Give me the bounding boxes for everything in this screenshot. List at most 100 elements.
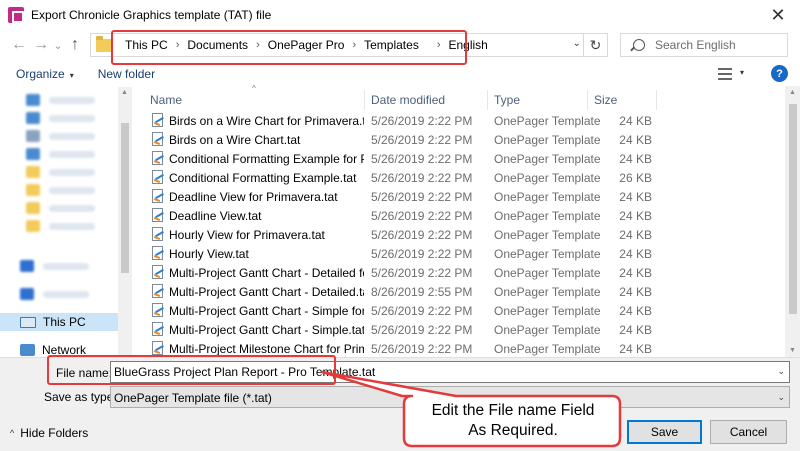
file-row[interactable]: Conditional Formatting Example for Pri..… bbox=[140, 149, 784, 168]
hide-folders-button[interactable]: ^ Hide Folders bbox=[10, 426, 88, 440]
new-folder-button[interactable]: New folder bbox=[98, 67, 155, 81]
sidebar-item-blurred[interactable] bbox=[0, 145, 118, 163]
column-header-name[interactable]: Name bbox=[150, 93, 182, 107]
blurred-label bbox=[49, 222, 95, 230]
cloud-icon bbox=[20, 288, 34, 300]
folder-icon bbox=[96, 35, 112, 52]
sidebar-item-blurred[interactable] bbox=[0, 127, 118, 145]
sidebar-item-blurred[interactable] bbox=[0, 199, 118, 217]
sidebar-item-blurred[interactable] bbox=[0, 91, 118, 109]
sidebar-item-blurred[interactable] bbox=[0, 217, 118, 235]
tat-template-file-icon bbox=[152, 208, 166, 223]
file-row[interactable]: Hourly View for Primavera.tat 5/26/2019 2… bbox=[140, 225, 784, 244]
tat-template-file-icon bbox=[152, 132, 166, 147]
forward-arrow-icon[interactable]: → bbox=[30, 34, 52, 56]
sidebar-item-blurred[interactable] bbox=[0, 285, 118, 303]
scrollbar-thumb[interactable] bbox=[121, 123, 129, 273]
tat-template-file-icon bbox=[152, 227, 166, 242]
close-button[interactable]: ✕ bbox=[756, 0, 800, 30]
file-name: Multi-Project Gantt Chart - Simple for P… bbox=[169, 303, 364, 318]
recent-locations-chevron-icon[interactable]: ⌄ bbox=[52, 34, 64, 56]
scroll-up-arrow-icon[interactable]: ▲ bbox=[789, 89, 796, 96]
file-date-modified: 8/26/2019 2:55 PM bbox=[371, 284, 473, 299]
file-row[interactable]: Conditional Formatting Example.tat 5/26/2… bbox=[140, 168, 784, 187]
hide-folders-label: Hide Folders bbox=[20, 426, 89, 440]
file-list-header: Name Date modified Type Size bbox=[140, 90, 784, 110]
file-name: Birds on a Wire Chart.tat bbox=[169, 132, 301, 147]
save-button[interactable]: Save bbox=[627, 420, 702, 444]
save-as-type-dropdown-icon[interactable]: ⌄ bbox=[777, 392, 785, 403]
view-options-icon[interactable] bbox=[718, 68, 732, 80]
onepager-app-icon bbox=[8, 7, 24, 23]
network-icon bbox=[20, 344, 35, 356]
organize-caret-icon: ▾ bbox=[69, 71, 74, 80]
sidebar-item-blurred[interactable] bbox=[0, 163, 118, 181]
organize-label: Organize bbox=[16, 67, 65, 81]
navigation-pane[interactable]: This PC Network bbox=[0, 87, 132, 357]
file-date-modified: 5/26/2019 2:22 PM bbox=[371, 341, 473, 356]
tat-template-file-icon bbox=[152, 322, 166, 337]
sidebar-item-this-pc[interactable]: This PC bbox=[0, 313, 118, 331]
column-header-size[interactable]: Size bbox=[594, 93, 617, 107]
file-type: OnePager Template bbox=[494, 208, 601, 223]
file-row[interactable]: Hourly View.tat 5/26/2019 2:22 PM OnePager… bbox=[140, 244, 784, 263]
folder-icon bbox=[26, 112, 40, 124]
file-type: OnePager Template bbox=[494, 170, 601, 185]
file-date-modified: 5/26/2019 2:22 PM bbox=[371, 265, 473, 280]
tat-template-file-icon bbox=[152, 151, 166, 166]
file-row[interactable]: Multi-Project Gantt Chart - Detailed for… bbox=[140, 263, 784, 282]
file-date-modified: 5/26/2019 2:22 PM bbox=[371, 322, 473, 337]
cloud-icon bbox=[20, 260, 34, 272]
sidebar-scrollbar[interactable]: ▲ bbox=[118, 87, 132, 357]
file-list: Birds on a Wire Chart for Primavera.tat 5… bbox=[140, 111, 784, 357]
folder-icon bbox=[26, 94, 40, 106]
view-caret-icon[interactable]: ▾ bbox=[740, 68, 744, 77]
column-divider[interactable] bbox=[364, 90, 365, 110]
file-row[interactable]: Deadline View for Primavera.tat 5/26/2019… bbox=[140, 187, 784, 206]
file-date-modified: 5/26/2019 2:22 PM bbox=[371, 170, 473, 185]
sidebar-item-blurred[interactable] bbox=[0, 109, 118, 127]
sidebar-item-blurred[interactable] bbox=[0, 181, 118, 199]
file-row[interactable]: Multi-Project Gantt Chart - Detailed.tat… bbox=[140, 282, 784, 301]
help-icon[interactable]: ? bbox=[771, 65, 788, 82]
file-name-dropdown-icon[interactable]: ⌄ bbox=[777, 366, 785, 377]
file-type: OnePager Template bbox=[494, 151, 601, 166]
file-type: OnePager Template bbox=[494, 132, 601, 147]
search-box[interactable] bbox=[620, 33, 788, 57]
scroll-up-arrow-icon[interactable]: ▲ bbox=[121, 89, 128, 96]
blurred-label bbox=[49, 168, 95, 176]
file-date-modified: 5/26/2019 2:22 PM bbox=[371, 246, 473, 261]
column-divider[interactable] bbox=[587, 90, 588, 110]
file-row[interactable]: Birds on a Wire Chart for Primavera.tat 5… bbox=[140, 111, 784, 130]
file-size: 24 KB bbox=[619, 322, 652, 337]
folder-icon bbox=[26, 130, 40, 142]
column-header-date-modified[interactable]: Date modified bbox=[371, 93, 445, 107]
back-arrow-icon[interactable]: ← bbox=[8, 34, 30, 56]
sidebar-item-blurred[interactable] bbox=[0, 257, 118, 275]
search-input[interactable] bbox=[655, 38, 785, 52]
tat-template-file-icon bbox=[152, 341, 166, 356]
file-row[interactable]: Birds on a Wire Chart.tat 5/26/2019 2:22 … bbox=[140, 130, 784, 149]
file-type: OnePager Template bbox=[494, 341, 601, 356]
column-divider[interactable] bbox=[487, 90, 488, 110]
scrollbar-thumb[interactable] bbox=[789, 104, 797, 314]
file-size: 24 KB bbox=[619, 303, 652, 318]
file-row[interactable]: Deadline View.tat 5/26/2019 2:22 PM OnePag… bbox=[140, 206, 784, 225]
tat-template-file-icon bbox=[152, 189, 166, 204]
blurred-label bbox=[49, 204, 95, 212]
address-dropdown-icon[interactable]: ⌄ bbox=[573, 38, 581, 49]
column-divider[interactable] bbox=[656, 90, 657, 110]
file-list-scrollbar[interactable]: ▲ ▼ bbox=[785, 86, 800, 357]
file-size: 24 KB bbox=[619, 208, 652, 223]
refresh-icon[interactable]: ↻ bbox=[583, 34, 607, 56]
organize-button[interactable]: Organize ▾ bbox=[16, 67, 74, 81]
file-type: OnePager Template bbox=[494, 322, 601, 337]
cancel-button[interactable]: Cancel bbox=[710, 420, 787, 444]
up-arrow-icon[interactable]: ↑ bbox=[64, 34, 86, 56]
file-row[interactable]: Multi-Project Gantt Chart - Simple.tat 5/… bbox=[140, 320, 784, 339]
column-header-type[interactable]: Type bbox=[494, 93, 520, 107]
scroll-down-arrow-icon[interactable]: ▼ bbox=[789, 347, 796, 354]
blurred-label bbox=[49, 132, 95, 140]
file-row[interactable]: Multi-Project Gantt Chart - Simple for P… bbox=[140, 301, 784, 320]
file-name: Birds on a Wire Chart for Primavera.tat bbox=[169, 113, 364, 128]
